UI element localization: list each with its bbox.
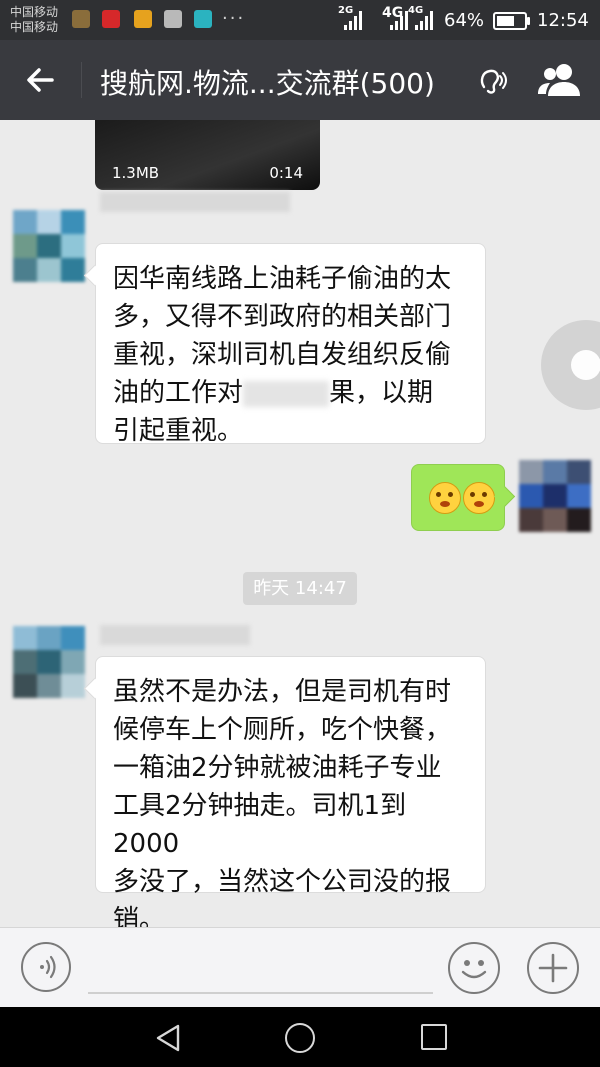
signal-icon-2 xyxy=(387,10,409,30)
battery-icon xyxy=(493,12,530,30)
input-bar xyxy=(0,927,600,1008)
message-bubble[interactable]: 因华南线路上油耗子偷油的太 多，又得不到政府的相关部门 重视，深圳司机自发组织反… xyxy=(95,243,486,446)
photo-icon xyxy=(72,10,90,28)
carrier-labels: 中国移动 中国移动 xyxy=(10,5,58,35)
video-size: 1.3MB xyxy=(112,164,160,182)
back-arrow-icon[interactable] xyxy=(22,60,62,100)
nav-back-icon[interactable] xyxy=(154,1023,182,1053)
message-input[interactable] xyxy=(88,992,433,994)
message-line: 油的工作对 果，以期 xyxy=(113,378,434,408)
avatar[interactable] xyxy=(13,210,85,282)
huawei-icon xyxy=(164,10,182,28)
message-line: 因华南线路上油耗子偷油的太 xyxy=(113,264,452,294)
sender-name xyxy=(100,192,290,212)
sender-name xyxy=(100,625,250,645)
signal-icon-1 xyxy=(341,10,363,30)
scared-face-emoji xyxy=(463,482,495,514)
avatar[interactable] xyxy=(13,626,85,698)
message-line: 虽然不是办法，但是司机有时 xyxy=(113,677,452,707)
emoji-icon[interactable] xyxy=(448,942,500,994)
message-line: 候停车上个厕所，吃个快餐， xyxy=(113,715,452,745)
voice-input-icon[interactable] xyxy=(21,942,71,992)
nav-recent-icon[interactable] xyxy=(421,1024,447,1050)
message-line: 一箱油2分钟就被油耗子专业 xyxy=(113,753,442,783)
outgoing-message-bubble[interactable] xyxy=(411,464,505,531)
carrier-1: 中国移动 xyxy=(10,5,59,19)
my-avatar[interactable] xyxy=(519,460,591,532)
floating-assistive-button[interactable] xyxy=(541,320,600,410)
video-message[interactable]: 1.3MB 0:14 xyxy=(95,120,320,190)
carrier-2: 中国移动 xyxy=(10,20,59,34)
app-icon xyxy=(134,10,152,28)
mail-icon xyxy=(194,10,212,28)
nav-home-icon[interactable] xyxy=(285,1023,315,1053)
message-line: 多没了，当然这个公司没的报 xyxy=(113,867,452,897)
time-divider: 昨天 14:47 xyxy=(243,572,357,605)
chat-message-list[interactable]: 1.3MB 0:14 因华南线路上油耗子偷油的太 多，又得不到政府的相关部门 重… xyxy=(0,120,600,927)
earpiece-mode-icon[interactable] xyxy=(478,67,508,95)
status-bar: 中国移动 中国移动 ··· 2G 4G 4G 64% 12:54 xyxy=(0,0,600,40)
more-plus-icon[interactable] xyxy=(527,942,579,994)
battery-percent: 64% xyxy=(444,10,485,31)
redacted-text xyxy=(243,380,330,407)
message-line: 重视，深圳司机自发组织反偷 xyxy=(113,340,452,370)
clock: 12:54 xyxy=(537,10,589,31)
toutiao-icon xyxy=(102,10,120,28)
message-line: 引起重视。 xyxy=(113,416,244,446)
message-line: 销。 xyxy=(113,905,166,927)
signal-icon-3 xyxy=(412,10,434,30)
message-line: 多，又得不到政府的相关部门 xyxy=(113,302,452,332)
header-divider xyxy=(81,62,82,98)
chat-header: 搜航网.物流...交流群(500) xyxy=(0,40,600,120)
video-duration: 0:14 xyxy=(269,164,303,182)
system-nav-bar xyxy=(0,1007,600,1067)
group-members-icon[interactable] xyxy=(536,62,584,98)
message-bubble[interactable]: 虽然不是办法，但是司机有时 候停车上个厕所，吃个快餐， 一箱油2分钟就被油耗子专… xyxy=(95,656,486,927)
message-line: 工具2分钟抽走。司机1到2000 xyxy=(113,791,407,859)
group-title: 搜航网.物流...交流群(500) xyxy=(100,67,435,100)
more-notifications-icon: ··· xyxy=(222,8,246,29)
scared-face-emoji xyxy=(429,482,461,514)
